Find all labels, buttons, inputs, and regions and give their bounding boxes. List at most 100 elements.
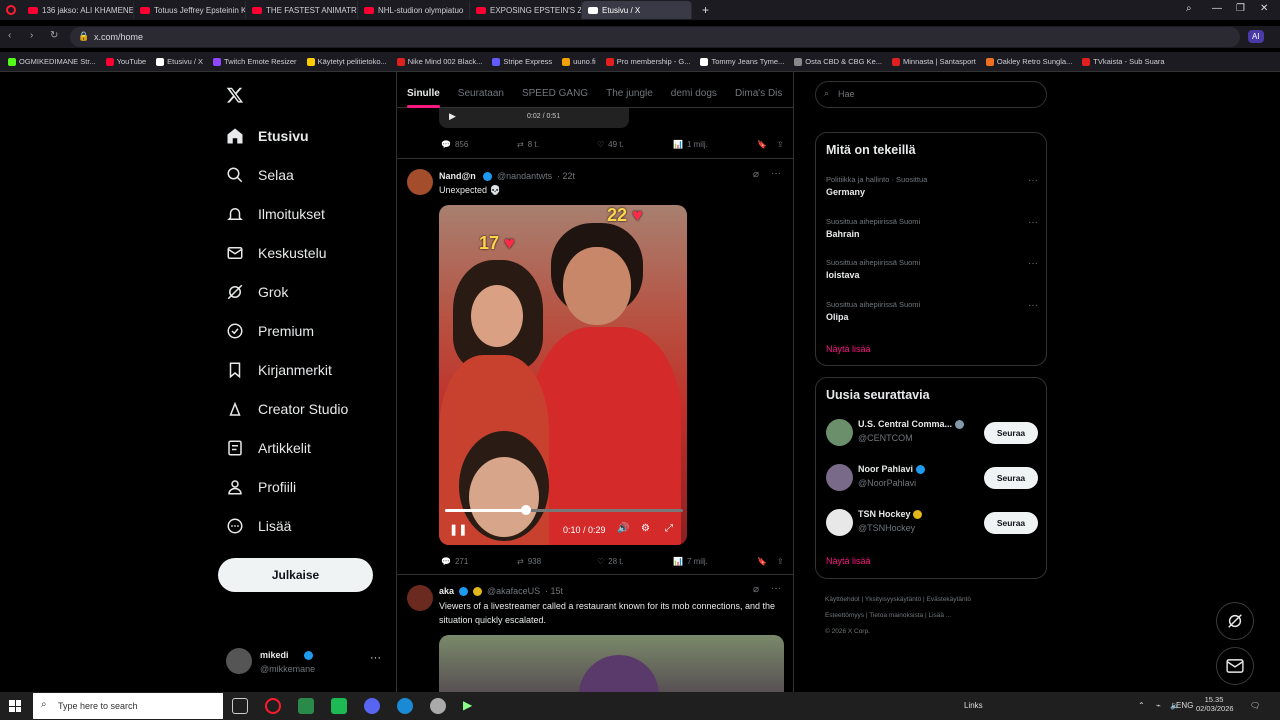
forward-icon[interactable]: › <box>30 30 33 41</box>
bookmark-item[interactable]: Nike Mind 002 Black... <box>396 57 482 66</box>
feed-tab[interactable]: demi dogs <box>661 80 725 107</box>
avatar[interactable] <box>407 585 433 611</box>
browser-tab[interactable]: Etusivu / X <box>582 1 692 19</box>
bookmark-item[interactable]: Osta CBD & CBG Ke... <box>794 57 882 66</box>
spotify-icon[interactable] <box>331 698 347 714</box>
tweet-author-handle[interactable]: @akafaceUS <box>487 586 540 596</box>
search-input[interactable]: ⌕ Hae <box>815 81 1047 108</box>
tweet-time[interactable]: · 22t <box>557 171 575 181</box>
task-view-icon[interactable] <box>232 698 248 714</box>
avatar[interactable] <box>826 509 853 536</box>
opera-gx-icon[interactable] <box>265 698 281 714</box>
settings-icon[interactable]: ⚙ <box>641 523 650 534</box>
search-tabs-icon[interactable]: ⌕ <box>1186 3 1192 14</box>
feed-tab[interactable]: Sinulle <box>397 80 448 108</box>
minimize-button[interactable]: — <box>1212 3 1222 14</box>
trends-show-more-link[interactable]: Näytä lisää <box>826 344 871 354</box>
tweet-author-name[interactable]: Nand@n <box>439 171 476 181</box>
bookmark-item[interactable]: Minnasta | Santasport <box>892 57 976 66</box>
footer-link[interactable]: Tietoa mainoksista <box>869 612 923 619</box>
close-window-button[interactable]: ✕ <box>1260 3 1268 14</box>
like-button[interactable]: ♡ 49 t. <box>597 140 673 149</box>
notifications-icon[interactable]: 🗨 <box>1250 701 1260 710</box>
nav-item-selaa[interactable]: Selaa <box>218 155 388 194</box>
nav-item-keskustelu[interactable]: Keskustelu <box>218 233 388 272</box>
reply-button[interactable]: 💬 271 <box>441 557 517 566</box>
nav-item-ilmoitukset[interactable]: Ilmoitukset <box>218 194 388 233</box>
grok-icon[interactable]: ⌀ <box>753 584 759 595</box>
footer-link[interactable]: © 2026 X Corp. <box>825 628 870 635</box>
browser-tab[interactable]: 136 jakso: ALI KHAMENEI <box>22 1 134 19</box>
views-button[interactable]: 📊 1 milj. <box>673 140 757 149</box>
account-switcher[interactable]: mikedi @mikkemane ··· <box>226 648 386 678</box>
bookmark-item[interactable]: Oakley Retro Sungla... <box>985 57 1072 66</box>
trend-more-icon[interactable]: ··· <box>1028 258 1038 269</box>
tweet-time[interactable]: · 15t <box>545 586 563 596</box>
nav-item-lis-[interactable]: Lisää <box>218 506 388 545</box>
follow-suggestion[interactable]: Noor Pahlavi @NoorPahlavi Seuraa <box>826 464 1038 494</box>
feed-tab[interactable]: The jungle <box>596 80 661 107</box>
url-input[interactable]: 🔒 x.com/home <box>70 27 1240 47</box>
nav-item-artikkelit[interactable]: Artikkelit <box>218 428 388 467</box>
tweet-card[interactable]: Nand@n @nandantwts · 22t ⌀ ··· Unexpecte… <box>397 159 793 574</box>
bookmark-item[interactable]: Etusivu / X <box>156 57 203 66</box>
like-button[interactable]: ♡ 28 t. <box>597 557 673 566</box>
bookmark-item[interactable]: Tommy Jeans Tyme... <box>700 57 784 66</box>
footer-link[interactable]: Lisää ... <box>928 612 951 619</box>
trend-more-icon[interactable]: ··· <box>1028 175 1038 186</box>
browser-tab[interactable]: THE FASTEST ANIMATRON <box>246 1 358 19</box>
trend-more-icon[interactable]: ··· <box>1028 300 1038 311</box>
video-progress-track[interactable] <box>445 505 683 515</box>
avatar[interactable] <box>407 169 433 195</box>
trend-item[interactable]: Suosittua aihepiirissä Suomi Olipa ··· <box>826 300 1038 322</box>
grok-icon[interactable]: ⌀ <box>753 169 759 180</box>
footer-link[interactable]: Käyttöehdot <box>825 596 860 603</box>
bookmark-icon[interactable]: 🔖 <box>757 140 767 149</box>
trend-item[interactable]: Politiikka ja hallinto · Suosittua German… <box>826 175 1038 197</box>
bookmark-item[interactable]: TVkaista - Sub Suara <box>1082 57 1165 66</box>
clock[interactable]: 15.35 02/03/2026 <box>1196 695 1234 713</box>
app-icon[interactable]: ▶ <box>463 698 479 714</box>
app-icon[interactable] <box>298 698 314 714</box>
nav-item-premium[interactable]: Premium <box>218 311 388 350</box>
nav-item-creator-studio[interactable]: Creator Studio <box>218 389 388 428</box>
messages-fab-button[interactable] <box>1216 647 1254 685</box>
follow-name[interactable]: U.S. Central Comma... <box>858 419 964 430</box>
tweet-video[interactable]: 17 ♥ 22 ♥ ❚❚ 0:10 / 0:29 🔊 ⚙ ⤢ <box>439 205 687 545</box>
tweet-more-icon[interactable]: ··· <box>771 583 781 594</box>
bookmark-item[interactable]: Käytetyt pelitietoko... <box>306 57 387 66</box>
browser-tab[interactable]: EXPOSING EPSTEIN'S ZOR <box>470 1 582 19</box>
tweet-card[interactable]: aka @akafaceUS · 15t ⌀ ··· Viewers of a … <box>397 575 793 692</box>
volume-icon[interactable]: 🔊 <box>617 523 629 534</box>
discord-icon[interactable] <box>364 698 380 714</box>
edge-icon[interactable] <box>397 698 413 714</box>
nav-item-etusivu[interactable]: Etusivu <box>218 116 388 155</box>
nav-item-grok[interactable]: Grok <box>218 272 388 311</box>
pause-icon[interactable]: ❚❚ <box>449 523 467 536</box>
follow-button[interactable]: Seuraa <box>984 422 1038 444</box>
views-button[interactable]: 📊 7 milj. <box>673 557 757 566</box>
footer-link[interactable]: Evästekäytäntö <box>927 596 971 603</box>
repost-button[interactable]: ⇄ 8 t. <box>517 140 597 149</box>
follow-name[interactable]: TSN Hockey <box>858 509 923 520</box>
language-indicator[interactable]: ENG <box>1176 701 1193 710</box>
reply-button[interactable]: 💬 856 <box>441 140 517 149</box>
follow-name[interactable]: Noor Pahlavi <box>858 464 925 475</box>
windows-start-icon[interactable] <box>9 700 21 712</box>
prev-video[interactable]: ▶ 0:02 / 0:51 <box>439 108 629 128</box>
bookmark-item[interactable]: YouTube <box>105 57 146 66</box>
network-icon[interactable]: ⌁ <box>1156 701 1161 710</box>
x-logo-icon[interactable] <box>226 86 246 106</box>
tweet-author-name[interactable]: aka <box>439 586 454 596</box>
play-icon[interactable]: ▶ <box>449 111 456 122</box>
ai-button[interactable]: AI <box>1248 30 1264 43</box>
reload-icon[interactable]: ↻ <box>50 30 58 41</box>
taskbar-search-input[interactable]: ⌕ Type here to search <box>33 693 223 719</box>
back-icon[interactable]: ‹ <box>8 30 11 41</box>
follow-button[interactable]: Seuraa <box>984 467 1038 489</box>
feed-tab[interactable]: Seurataan <box>448 80 512 107</box>
maximize-button[interactable]: ❐ <box>1236 3 1245 14</box>
trend-more-icon[interactable]: ··· <box>1028 217 1038 228</box>
fullscreen-icon[interactable]: ⤢ <box>665 523 673 534</box>
browser-logo-icon[interactable] <box>0 0 22 20</box>
